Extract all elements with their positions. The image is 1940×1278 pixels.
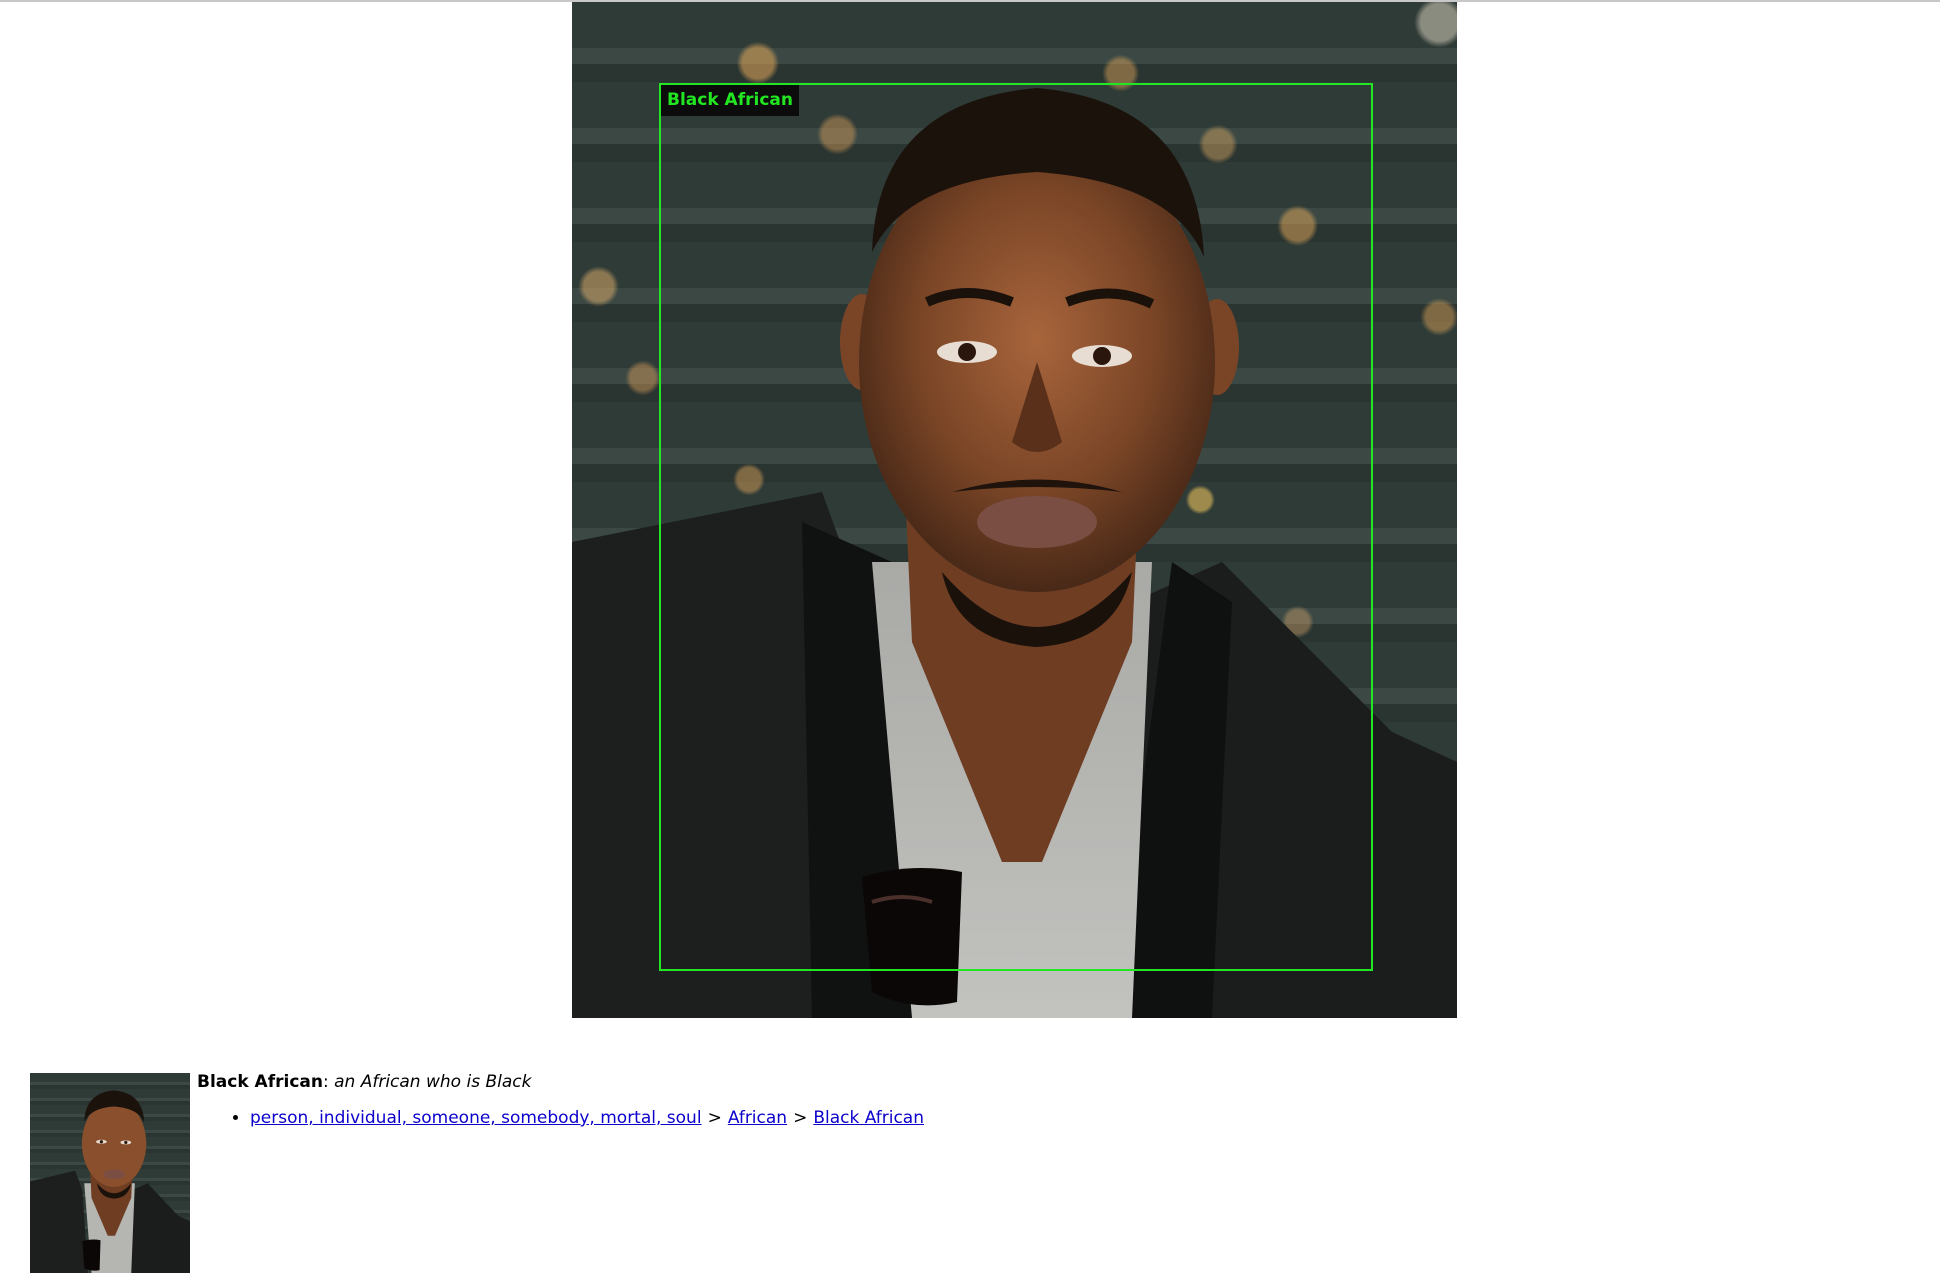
- entry-description: Black African: an African who is Black p…: [197, 1071, 924, 1129]
- hierarchy-path: person, individual, someone, somebody, m…: [250, 1107, 924, 1129]
- entry-heading: Black African: an African who is Black: [197, 1071, 924, 1093]
- entry-definition: an African who is Black: [334, 1072, 532, 1092]
- hierarchy-link-black-african[interactable]: Black African: [813, 1108, 924, 1128]
- thumbnail-image: [30, 1073, 190, 1273]
- entry-colon: :: [322, 1072, 335, 1092]
- thumbnail-portrait: [30, 1090, 190, 1273]
- detection-label: Black African: [661, 85, 799, 116]
- entry-title: Black African: [197, 1072, 323, 1092]
- hierarchy-separator: >: [707, 1108, 722, 1128]
- hierarchy-link-person[interactable]: person, individual, someone, somebody, m…: [250, 1108, 702, 1128]
- hierarchy-link-african[interactable]: African: [728, 1108, 787, 1128]
- hierarchy-list: person, individual, someone, somebody, m…: [197, 1107, 924, 1129]
- hierarchy-separator: >: [793, 1108, 808, 1128]
- detection-bounding-box: [659, 83, 1373, 971]
